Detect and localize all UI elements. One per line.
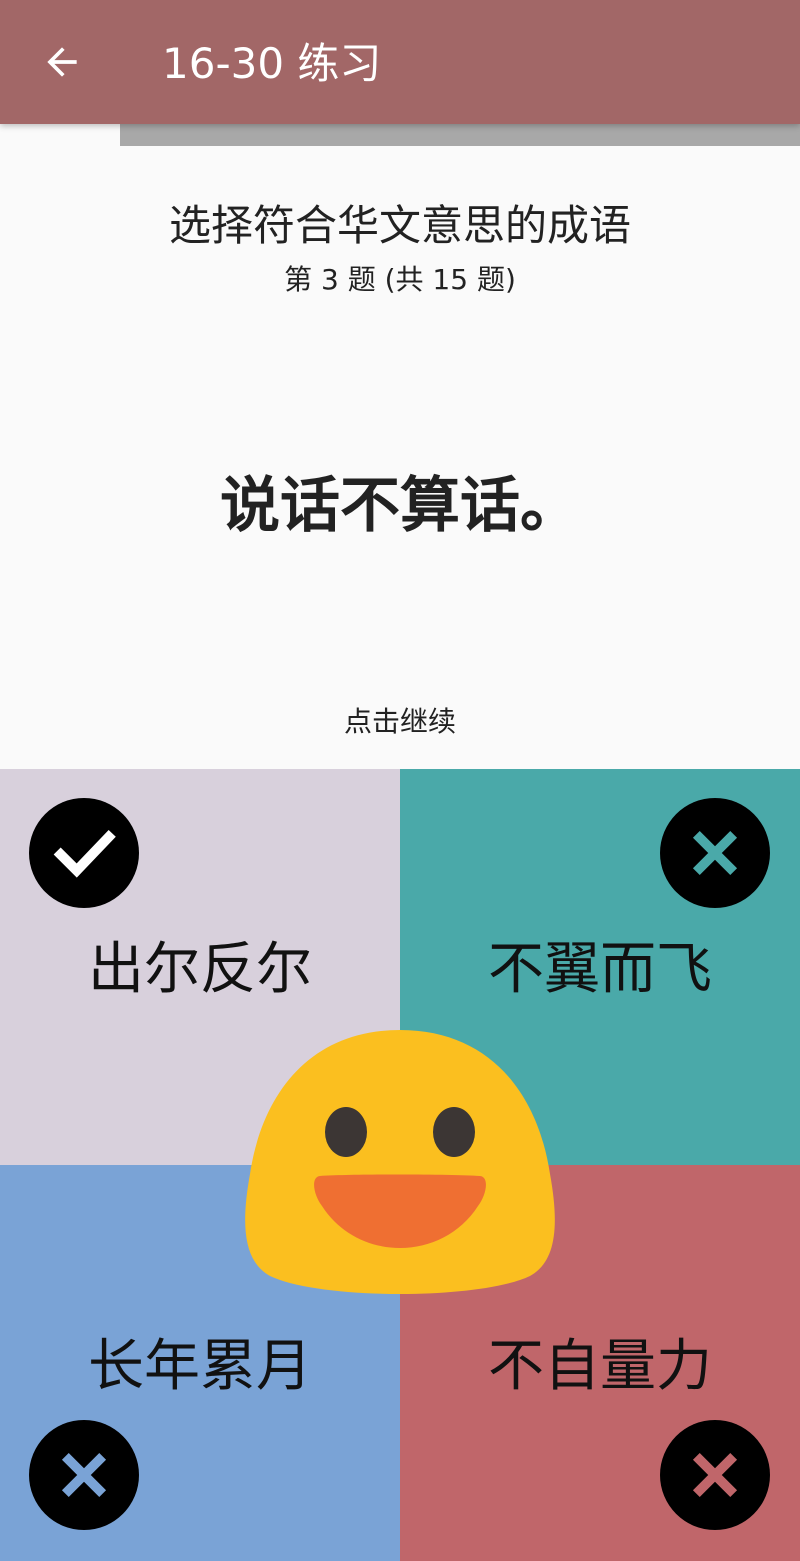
choice-label: 出尔反尔 [88,937,312,1002]
close-icon [692,1452,738,1498]
progress-bar-fill [120,124,800,146]
wrong-badge [29,1420,139,1530]
question-counter: 第 3 题 (共 15 题) [284,263,516,296]
choice-label: 长年累月 [88,1334,312,1399]
choice-label: 不翼而飞 [488,937,712,1002]
wrong-badge [660,1420,770,1530]
choice-label: 不自量力 [488,1334,712,1399]
page-title: 16-30 练习 [162,39,382,88]
question-instruction: 选择符合华文意思的成语 [168,201,631,250]
wrong-badge [660,798,770,908]
back-button[interactable] [22,22,102,102]
check-icon [53,829,116,878]
question-prompt: 说话不算话。 [220,471,580,541]
close-icon [692,830,738,876]
progress-bar [0,124,800,146]
close-icon [61,1452,107,1498]
app-bar: 16-30 练习 [0,0,800,124]
arrow-left-icon [47,47,77,77]
correct-badge [29,798,139,908]
question-card[interactable]: 选择符合华文意思的成语 第 3 题 (共 15 题) 说话不算话。 点击继续 [0,146,800,769]
smiling-face-emoji [245,1030,555,1294]
tap-to-continue[interactable]: 点击继续 [0,702,800,742]
